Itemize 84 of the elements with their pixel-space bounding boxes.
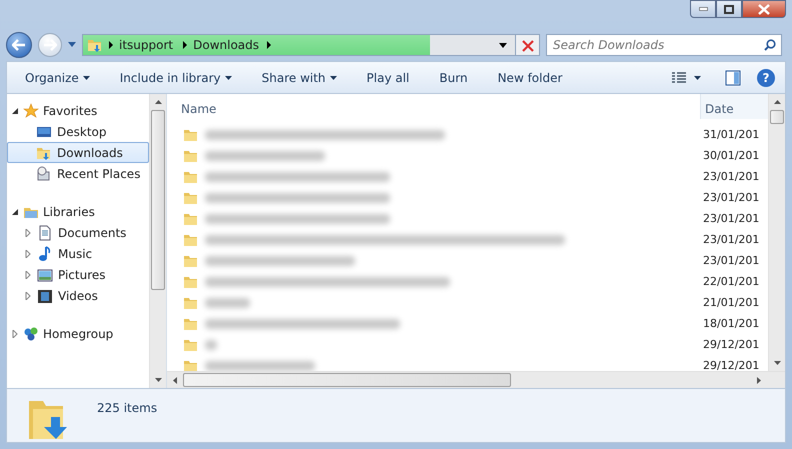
list-view-icon [672, 72, 686, 84]
table-cell-text: 23/01/201 [702, 210, 760, 227]
scroll-up-icon[interactable] [774, 100, 780, 104]
tree-item[interactable]: Desktop [7, 121, 149, 142]
expand-arrow-icon[interactable] [11, 330, 19, 338]
documents-icon [37, 224, 53, 241]
preview-pane-icon[interactable] [725, 70, 741, 86]
table-cell-text: 18/01/201 [702, 316, 760, 332]
table-cell-text: 23/01/201 [702, 252, 760, 269]
caret-icon [224, 76, 232, 80]
chevron-right-icon [265, 41, 274, 50]
table-cell-text: 23/01/201 [702, 232, 760, 248]
expand-arrow-icon[interactable] [24, 250, 32, 258]
homegroup-icon [23, 326, 39, 342]
dropdown-arrow-icon[interactable] [499, 42, 507, 48]
address-bar[interactable]: itsupport Downloads [82, 34, 540, 56]
tree-item[interactable]: Recent Places [7, 163, 149, 184]
search-icon [764, 39, 776, 52]
favorites-icon [23, 102, 39, 119]
minimize-button[interactable] [690, 0, 716, 18]
caret-icon [82, 76, 90, 80]
search-field[interactable]: Search Downloads [546, 34, 782, 56]
folder-icon [87, 37, 103, 54]
item-count: 225 items [97, 400, 158, 418]
breadcrumb-link[interactable]: Downloads [189, 36, 264, 54]
caret-icon [330, 76, 337, 80]
pictures-icon [37, 266, 53, 283]
table-cell-text: 23/01/201 [702, 168, 760, 185]
scrollbar-thumb[interactable] [183, 373, 511, 388]
tree-item[interactable]: Pictures [7, 264, 149, 286]
toolbar-button[interactable]: Organize [17, 66, 98, 89]
scroll-right-icon[interactable] [757, 376, 761, 384]
table-cell-text: 29/12/201 [702, 358, 760, 372]
maximize-icon [724, 4, 734, 14]
chevron-right-icon [181, 41, 190, 50]
tree-item[interactable]: Videos [7, 285, 149, 306]
back-button[interactable] [6, 32, 32, 58]
breadcrumb-link[interactable]: itsupport [115, 36, 178, 54]
tree-item[interactable]: Music [7, 243, 149, 264]
close-button[interactable] [742, 0, 786, 18]
collapse-arrow-icon[interactable] [11, 106, 19, 115]
table-cell-text: 30/01/201 [702, 148, 760, 164]
tree-item[interactable]: Downloads [7, 142, 149, 164]
column-header[interactable]: Date [700, 94, 768, 120]
column-header[interactable]: Name [167, 94, 700, 120]
tree-group[interactable]: Homegroup [7, 323, 149, 344]
toolbar-button[interactable]: Play all [358, 66, 418, 89]
maximize-button[interactable] [716, 0, 742, 18]
table-cell-text: 21/01/201 [702, 294, 760, 311]
table-cell-text: 29/12/201 [702, 336, 760, 353]
videos-icon [37, 288, 53, 304]
collapse-arrow-icon[interactable] [11, 208, 19, 216]
stop-button[interactable] [515, 35, 539, 56]
close-icon [758, 4, 770, 14]
blurred-name [205, 340, 217, 350]
expand-arrow-icon[interactable] [24, 228, 32, 237]
minimize-icon [698, 7, 708, 11]
table-cell-text: 22/01/201 [702, 274, 760, 290]
arrow-left-icon [12, 39, 26, 52]
close-icon [522, 40, 534, 52]
chevron-right-icon [107, 41, 115, 50]
expand-arrow-icon[interactable] [24, 292, 32, 300]
scroll-down-icon[interactable] [774, 361, 780, 366]
toolbar-button[interactable]: Share with [254, 66, 345, 89]
scrollbar-thumb[interactable] [770, 110, 784, 124]
tree-group[interactable]: Libraries [7, 201, 149, 222]
recent-icon [36, 166, 52, 182]
tree-group[interactable]: Favorites [7, 100, 149, 122]
table-cell-text: 23/01/201 [702, 190, 760, 206]
tree-item[interactable]: Documents [7, 222, 149, 244]
music-icon [37, 246, 53, 262]
table-cell-text: 31/01/201 [702, 126, 760, 143]
blurred-name [205, 298, 250, 308]
scroll-left-icon[interactable] [173, 376, 177, 384]
caret-icon [694, 76, 701, 80]
toolbar-button[interactable]: New folder [490, 66, 570, 89]
help-button[interactable]: ? [757, 68, 775, 87]
arrow-right-icon [43, 39, 57, 52]
scrollbar-thumb[interactable] [151, 110, 165, 290]
toolbar-button[interactable]: Include in library [112, 66, 240, 89]
expand-arrow-icon[interactable] [24, 270, 32, 279]
scroll-down-icon[interactable] [154, 378, 162, 382]
toolbar-button[interactable]: Burn [431, 66, 476, 89]
scroll-up-icon[interactable] [154, 100, 162, 104]
